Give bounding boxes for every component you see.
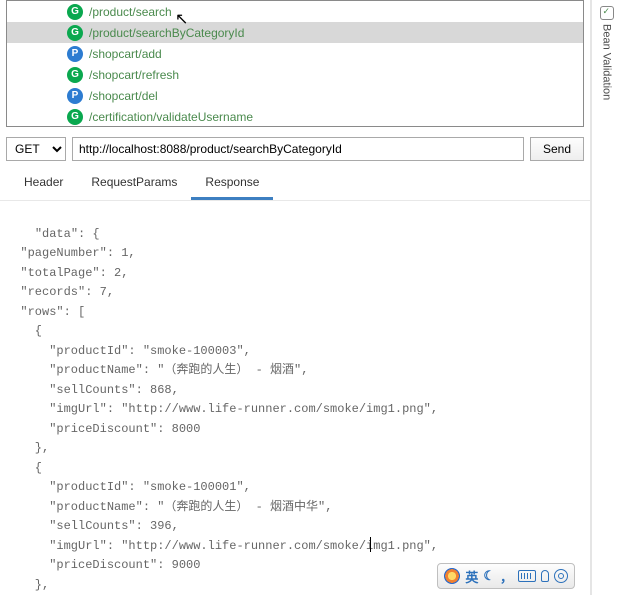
tab-requestparams[interactable]: RequestParams	[77, 169, 191, 200]
endpoint-row[interactable]: G/shopcart/refresh	[7, 64, 583, 85]
http-method-badge: G	[67, 4, 83, 20]
endpoint-path: /shopcart/refresh	[89, 68, 179, 82]
tab-response[interactable]: Response	[191, 169, 273, 200]
ime-logo-icon	[444, 568, 460, 584]
ime-settings-icon[interactable]	[554, 569, 568, 583]
endpoint-row[interactable]: G/certification/validateUsername	[7, 106, 583, 127]
ime-punct-indicator[interactable]: ，	[500, 567, 513, 586]
endpoint-row[interactable]: G/product/search	[7, 1, 583, 22]
request-bar: GET Send	[0, 133, 590, 167]
ime-mic-icon[interactable]	[541, 570, 549, 582]
http-method-badge: G	[67, 67, 83, 83]
bean-validation-icon	[600, 6, 614, 20]
endpoint-path: /product/searchByCategoryId	[89, 26, 244, 40]
http-method-badge: G	[67, 109, 83, 125]
ime-toolbar[interactable]: 英 ☾ ，	[437, 563, 575, 589]
endpoint-path: /certification/validateUsername	[89, 110, 253, 124]
endpoint-row[interactable]: G/product/searchByCategoryId	[7, 22, 583, 43]
ime-lang-indicator[interactable]: 英	[465, 567, 478, 586]
endpoint-path: /shopcart/add	[89, 47, 162, 61]
http-method-badge: P	[67, 88, 83, 104]
send-button[interactable]: Send	[530, 137, 584, 161]
endpoints-list[interactable]: G/product/searchG/product/searchByCatego…	[6, 0, 584, 127]
url-input[interactable]	[72, 137, 524, 161]
http-method-badge: P	[67, 46, 83, 62]
endpoint-path: /shopcart/del	[89, 89, 158, 103]
http-method-select[interactable]: GET	[6, 137, 66, 161]
ime-keyboard-icon[interactable]	[518, 570, 536, 582]
endpoint-row[interactable]: P/shopcart/del	[7, 85, 583, 106]
text-caret	[370, 537, 371, 552]
tab-header[interactable]: Header	[10, 169, 77, 200]
http-method-badge: G	[67, 25, 83, 41]
endpoint-path: /product/search	[89, 5, 172, 19]
response-body[interactable]: "data": { "pageNumber": 1, "totalPage": …	[0, 201, 590, 599]
bean-validation-label: Bean Validation	[601, 24, 613, 100]
ime-moon-icon[interactable]: ☾	[483, 568, 495, 584]
side-tool-window[interactable]: Bean Validation	[591, 0, 621, 595]
endpoint-row[interactable]: P/shopcart/add	[7, 43, 583, 64]
tabs-bar: HeaderRequestParamsResponse	[0, 167, 590, 201]
